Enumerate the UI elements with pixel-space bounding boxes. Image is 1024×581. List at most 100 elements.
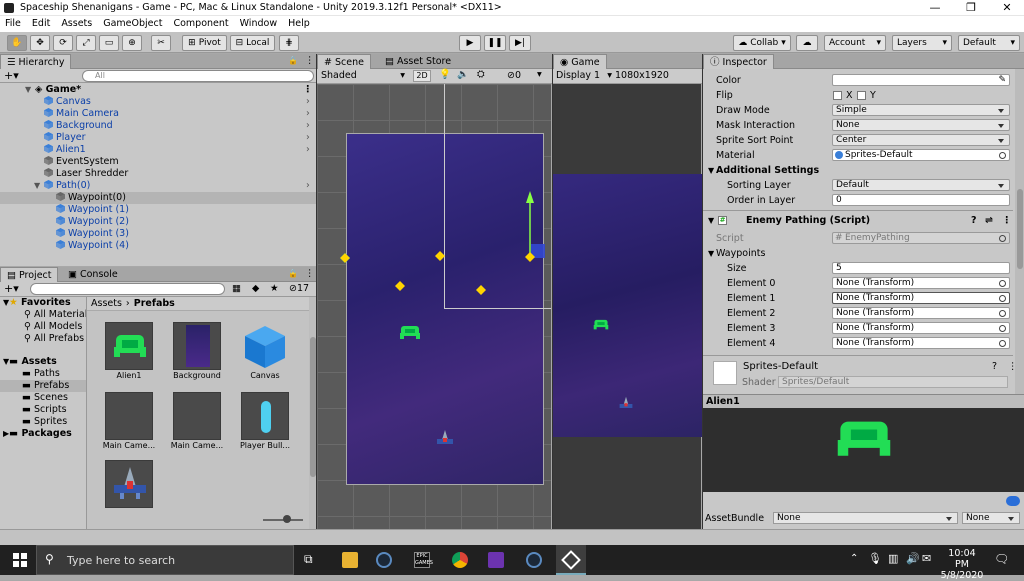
custom-tool-icon[interactable]: ✂	[151, 35, 171, 51]
scale-tool-icon[interactable]: ⤢	[76, 35, 96, 51]
task-view-icon[interactable]: ⧉	[304, 552, 320, 568]
hierarchy-row[interactable]: Laser Shredder	[0, 168, 316, 180]
display-dropdown[interactable]: Display 1 ▾	[556, 69, 612, 83]
menu-edit[interactable]: Edit	[32, 16, 50, 32]
tray-chevron-icon[interactable]: ⌃	[850, 553, 858, 564]
element-transform-field[interactable]: None (Transform)	[832, 337, 1010, 349]
expand-arrow-icon[interactable]: ▼	[708, 163, 714, 178]
menu-dots-icon[interactable]: ⋮	[305, 55, 315, 66]
prefab-player-bullet[interactable]	[241, 392, 289, 440]
chevron-right-icon[interactable]: ›	[306, 108, 310, 120]
expand-arrow-icon[interactable]: ▼	[708, 213, 714, 228]
prefab-main-camera[interactable]	[105, 392, 153, 440]
collapse-arrow-icon[interactable]: ▶	[0, 429, 9, 438]
expand-arrow-icon[interactable]: ▼	[34, 180, 40, 192]
favorite-icon[interactable]: ★	[270, 283, 279, 294]
flip-y-checkbox[interactable]	[857, 91, 866, 100]
rect-tool-icon[interactable]: ▭	[99, 35, 119, 51]
favorite-item[interactable]: ⚲ All Models	[0, 321, 86, 333]
prefab-background[interactable]	[173, 322, 221, 370]
hierarchy-row[interactable]: Waypoint (3)	[0, 228, 316, 240]
network-icon[interactable]: ▥	[888, 552, 898, 565]
rotate-tool-icon[interactable]: ⟳	[53, 35, 73, 51]
menu-dots-icon[interactable]: ⋮	[1008, 361, 1018, 372]
windows-start-icon[interactable]	[12, 552, 28, 568]
shading-dropdown[interactable]: Shaded ▾	[321, 69, 405, 83]
volume-icon[interactable]: 🔊	[906, 552, 920, 565]
tab-scene[interactable]: # Scene	[317, 54, 371, 69]
scene-viewport[interactable]	[317, 84, 551, 529]
tab-project[interactable]: ▤ Project	[0, 267, 58, 282]
chevron-right-icon[interactable]: ›	[306, 120, 310, 132]
hierarchy-row[interactable]: Waypoint (4)	[0, 240, 316, 252]
create-plus-icon[interactable]: +▾	[4, 282, 19, 296]
packages-row[interactable]: ▶▬ Packages	[0, 428, 86, 440]
file-explorer-icon[interactable]	[342, 552, 358, 568]
step-button[interactable]: ▶|	[509, 35, 531, 51]
tab-asset-store[interactable]: ▤ Asset Store	[379, 54, 457, 69]
sort-point-dropdown[interactable]: Center	[832, 134, 1010, 146]
asset-folder-item[interactable]: ▬ Scripts	[0, 404, 86, 416]
asset-folder-item[interactable]: ▬ Prefabs	[0, 380, 86, 392]
lighting-icon[interactable]: 💡	[439, 69, 451, 80]
hierarchy-row[interactable]: Background ›	[0, 120, 316, 132]
menu-gameobject[interactable]: GameObject	[103, 16, 162, 32]
favorites-row[interactable]: ▼★ Favorites	[0, 297, 86, 309]
chevron-right-icon[interactable]: ›	[306, 132, 310, 144]
create-plus-icon[interactable]: +▾	[4, 69, 19, 82]
hierarchy-row[interactable]: Player ›	[0, 132, 316, 144]
color-field[interactable]: ✎	[832, 74, 1010, 86]
chrome-icon[interactable]	[452, 552, 468, 568]
effects-icon[interactable]: ⛭	[477, 69, 485, 80]
favorite-item[interactable]: ⚲ All Prefabs	[0, 333, 86, 345]
minimize-icon[interactable]: —	[920, 0, 950, 16]
hierarchy-row[interactable]: Waypoint(0)	[0, 192, 316, 204]
expand-arrow-icon[interactable]: ▼	[0, 298, 9, 307]
filter-type-icon[interactable]: ▦	[232, 283, 241, 294]
element-transform-field[interactable]: None (Transform)	[832, 292, 1010, 304]
hierarchy-search-input[interactable]: All	[82, 70, 314, 82]
assetbundle-dropdown[interactable]: None	[773, 512, 958, 524]
mask-dropdown[interactable]: None	[832, 119, 1010, 131]
steam-icon[interactable]	[376, 552, 392, 568]
account-dropdown[interactable]: Account ▾	[824, 35, 886, 51]
hierarchy-row[interactable]: EventSystem	[0, 156, 316, 168]
tab-console[interactable]: ▣ Console	[62, 267, 124, 282]
audio-icon[interactable]: 🔈	[457, 69, 469, 80]
sorting-layer-dropdown[interactable]: Default	[832, 179, 1010, 191]
taskbar-search-input[interactable]: ⚲ Type here to search	[36, 545, 294, 575]
slider-thumb[interactable]	[283, 515, 291, 523]
preset-icon[interactable]: ⇌	[985, 213, 993, 228]
chevron-right-icon[interactable]: ›	[306, 144, 310, 156]
layout-dropdown[interactable]: Default ▾	[958, 35, 1020, 51]
move-tool-icon[interactable]: ✥	[30, 35, 50, 51]
asset-folder-item[interactable]: ▬ Scenes	[0, 392, 86, 404]
assets-row[interactable]: ▼▬ Assets	[0, 356, 86, 368]
scene-root-row[interactable]: ▼ ◈ Game* ⋮	[0, 84, 316, 96]
visual-studio-icon[interactable]	[488, 552, 504, 568]
draw-mode-dropdown[interactable]: Simple	[832, 104, 1010, 116]
prefab-alien1[interactable]	[105, 322, 153, 370]
expand-arrow-icon[interactable]: ▼	[708, 246, 714, 261]
tag-icon[interactable]	[1006, 496, 1020, 506]
element-transform-field[interactable]: None (Transform)	[832, 307, 1010, 319]
waypoints-row[interactable]: ▼ Waypoints	[705, 246, 1020, 261]
chevron-right-icon[interactable]: ›	[306, 96, 310, 108]
hand-tool-icon[interactable]: ✋	[7, 35, 27, 51]
hidden-objects-toggle[interactable]: ⊘ 0	[507, 70, 521, 81]
asset-folder-item[interactable]: ▬ Sprites	[0, 416, 86, 428]
language-icon[interactable]: ✉	[922, 552, 931, 565]
additional-settings-row[interactable]: ▼ Additional Settings	[705, 163, 1020, 178]
menu-dots-icon[interactable]: ⋮	[303, 84, 313, 96]
clock[interactable]: 10:04 PM 5/8/2020	[940, 548, 984, 581]
gizmos-dropdown[interactable]: ▾	[537, 69, 542, 80]
hierarchy-row[interactable]: Canvas ›	[0, 96, 316, 108]
chevron-right-icon[interactable]: ›	[306, 180, 310, 192]
expand-arrow-icon[interactable]: ▼	[0, 357, 9, 366]
cloud-icon[interactable]: ☁	[796, 35, 818, 51]
script-component-header[interactable]: ▼ # Enemy Pathing (Script) ? ⇌ ⋮	[705, 213, 1020, 228]
2d-toggle[interactable]: 2D	[413, 70, 431, 82]
menu-dots-icon[interactable]: ⋮	[305, 268, 315, 279]
help-icon[interactable]: ?	[992, 361, 997, 372]
expand-arrow-icon[interactable]: ▼	[25, 84, 31, 96]
